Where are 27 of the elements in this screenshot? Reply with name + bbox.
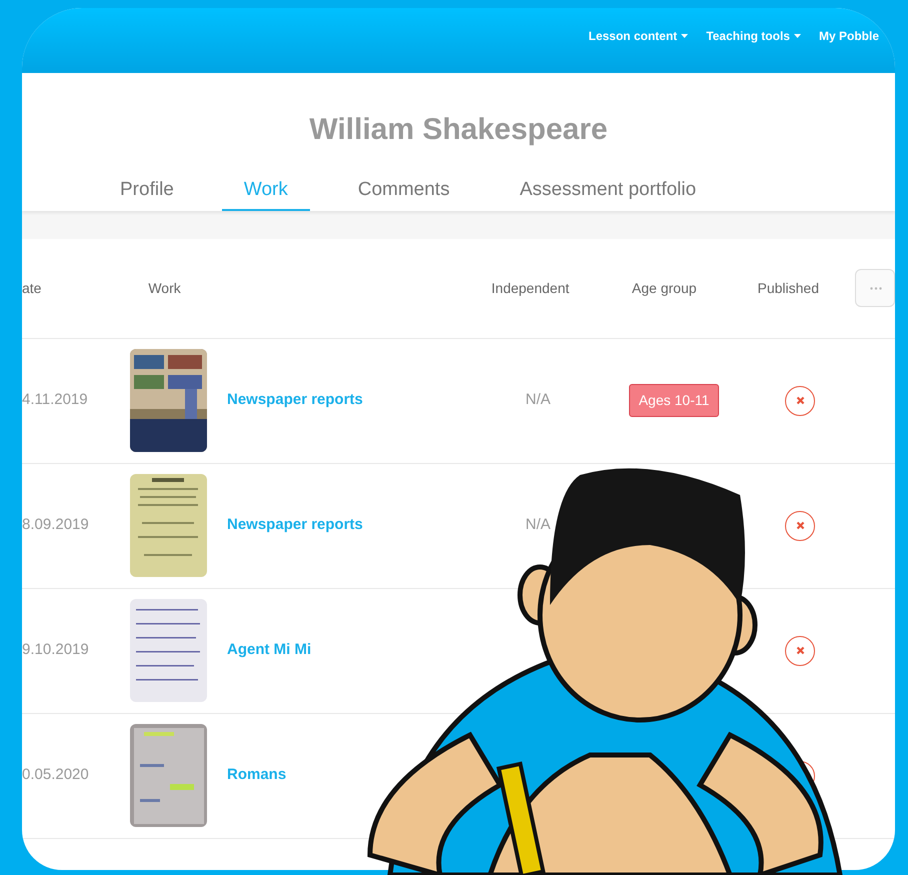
dots-icon <box>870 286 882 290</box>
independent-value: N/A <box>525 390 550 410</box>
tab[interactable]: Assessment portfolio <box>498 176 718 210</box>
work-title-link[interactable]: Newspaper reports <box>227 389 363 412</box>
student-name: William Shakespeare <box>309 112 608 148</box>
independent-value: N/A <box>525 515 550 536</box>
date-text: 8.09.2019 <box>22 515 90 536</box>
column-header: ate <box>22 278 42 298</box>
date-text: 9.10.2019 <box>22 640 90 660</box>
column-header: Published <box>756 278 820 298</box>
tab[interactable]: Profile <box>98 176 196 210</box>
work-title-link[interactable]: Newspaper reports <box>227 514 363 537</box>
column-header: Age group <box>630 278 698 298</box>
more-button[interactable] <box>855 269 895 307</box>
nav-menu-item[interactable]: Teaching tools <box>706 26 801 44</box>
caret-icon <box>681 34 688 38</box>
column-header: Independent <box>490 278 570 298</box>
column-header: Work <box>147 278 182 298</box>
nav-menu-item[interactable]: My Pobble <box>818 26 879 44</box>
tab[interactable]: Comments <box>336 176 472 210</box>
work-title-link[interactable]: Romans <box>227 764 286 787</box>
age-group-tag: Ages 10-11 <box>628 384 720 417</box>
date-text: 0.05.2020 <box>22 765 90 786</box>
date-text: 4.11.2019 <box>22 390 89 410</box>
work-title-link[interactable]: Agent Mi Mi <box>227 639 312 662</box>
caret-icon <box>794 34 801 38</box>
nav-menu-item[interactable]: Lesson content <box>588 26 688 44</box>
